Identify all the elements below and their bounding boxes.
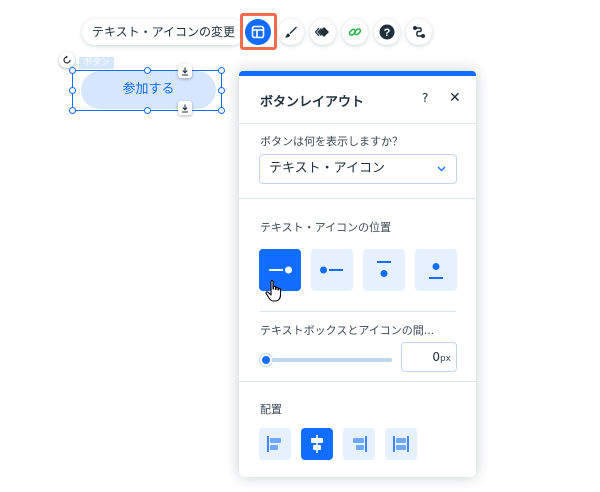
hand-cursor-icon (265, 279, 282, 302)
help-icon: ? (379, 24, 395, 40)
button-layout-panel: ボタンレイアウト ? ✕ ボタンは何を表示しますか？ テキスト・アイコン テキス… (239, 71, 476, 477)
align-left-button[interactable] (259, 428, 291, 460)
align-center-icon (311, 435, 323, 453)
position-label: テキスト・アイコンの位置 (260, 221, 392, 234)
resize-handle-top-left[interactable] (69, 67, 76, 74)
text-above-icon-icon (377, 261, 391, 277)
resize-handle-top[interactable] (144, 67, 151, 74)
panel-close-button[interactable]: ✕ (449, 90, 461, 106)
link-button[interactable] (342, 19, 368, 45)
align-left-icon (267, 436, 281, 452)
align-justify-icon (393, 436, 409, 452)
section-divider (260, 311, 456, 312)
join-button-element[interactable]: 参加する (81, 71, 216, 109)
change-text-icon-button[interactable]: テキスト・アイコンの変更 (82, 19, 246, 45)
connect-icon (413, 26, 425, 38)
floating-toolbar: テキスト・アイコンの変更 ? (0, 0, 600, 64)
chevron-down-icon (437, 166, 446, 172)
spacing-label: テキストボックスとアイコンの間... (260, 324, 435, 337)
spacing-value: 0 (432, 350, 440, 364)
arrow-down-bar-icon (182, 67, 188, 76)
icon-above-text-icon (429, 263, 443, 279)
align-justify-button[interactable] (385, 428, 417, 460)
align-center-button[interactable] (301, 428, 333, 460)
spacing-unit: px (439, 354, 451, 364)
animation-button[interactable] (310, 19, 336, 45)
spacing-slider-knob[interactable] (260, 354, 272, 366)
display-dropdown[interactable]: テキスト・アイコン (259, 154, 457, 184)
resize-handle-left[interactable] (69, 87, 76, 94)
svg-text:?: ? (384, 27, 391, 39)
rotate-handle[interactable] (59, 52, 75, 68)
panel-help-button[interactable]: ? (422, 91, 428, 105)
resize-handle-bottom-left[interactable] (69, 107, 76, 114)
panel-header: ボタンレイアウト ? ✕ (239, 76, 476, 124)
resize-handle-bottom-right[interactable] (218, 107, 225, 114)
display-label: ボタンは何を表示しますか？ (260, 135, 403, 148)
section-divider (239, 381, 476, 382)
resize-handle-bottom[interactable] (144, 107, 151, 114)
spacing-number-input[interactable]: 0px (401, 342, 457, 372)
help-button[interactable]: ? (374, 19, 400, 45)
resize-handle-top-right[interactable] (218, 67, 225, 74)
stretch-handle-bottom[interactable] (178, 101, 192, 115)
section-divider (239, 198, 476, 199)
position-icon-left-text-right[interactable] (311, 249, 353, 291)
spacing-slider-track[interactable] (265, 358, 392, 362)
alignment-label: 配置 (260, 403, 282, 416)
position-text-top-icon-bottom[interactable] (363, 249, 405, 291)
layout-button[interactable] (245, 19, 271, 45)
layout-icon (251, 25, 265, 39)
design-button[interactable] (278, 19, 304, 45)
component-type-tag: ボタン (79, 57, 115, 69)
rotate-icon (63, 55, 71, 64)
align-right-icon (353, 436, 367, 452)
connect-button[interactable] (406, 19, 432, 45)
animation-icon (315, 27, 329, 37)
link-icon (348, 28, 362, 36)
resize-handle-right[interactable] (218, 87, 225, 94)
arrow-down-bar-icon (182, 104, 188, 113)
panel-title: ボタンレイアウト (260, 95, 365, 110)
design-brush-icon (285, 26, 297, 38)
icon-then-text-icon (320, 266, 343, 274)
align-right-button[interactable] (343, 428, 375, 460)
display-dropdown-value: テキスト・アイコン (269, 161, 385, 176)
stretch-handle-top[interactable] (178, 64, 192, 78)
position-icon-top-text-bottom[interactable] (415, 249, 457, 291)
